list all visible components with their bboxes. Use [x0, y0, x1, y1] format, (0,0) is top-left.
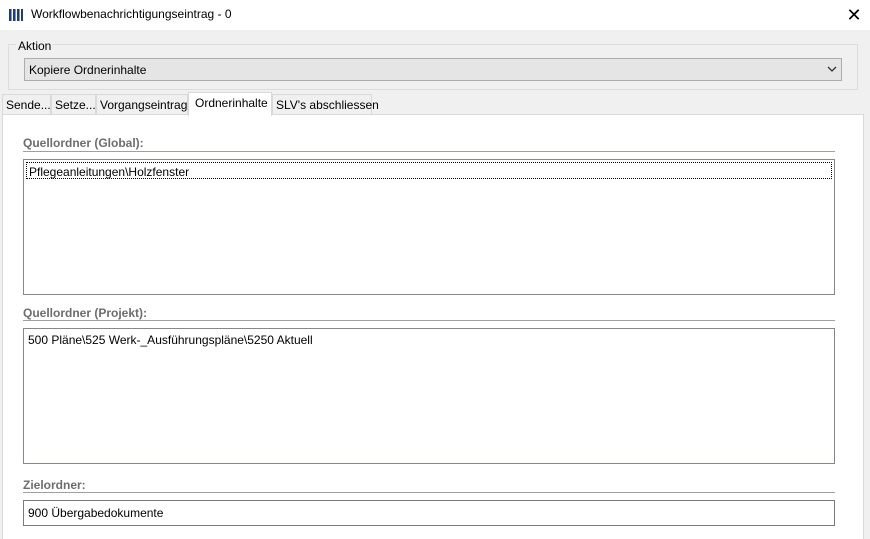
tab-ordnerinhalte[interactable]: Ordnerinhalte: [188, 92, 272, 116]
barcode-icon: [9, 9, 23, 21]
zielordner-value: 900 Übergabedokumente: [28, 506, 164, 520]
divider: [23, 320, 835, 321]
tab-label: SLV's abschliessen: [276, 98, 379, 112]
tab-strip: Sende... Setze... Vorgangseintrag Ordner…: [0, 92, 870, 116]
tab-page-ordnerinhalte: Quellordner (Global): Pflegeanleitungen\…: [2, 114, 864, 539]
tab-label: Sende...: [6, 98, 51, 112]
zielordner-label: Zielordner:: [23, 478, 86, 492]
tab-sende[interactable]: Sende...: [2, 94, 51, 115]
tab-label: Vorgangseintrag: [100, 98, 188, 112]
list-item[interactable]: 500 Pläne\525 Werk-_Ausführungspläne\525…: [26, 331, 832, 348]
aktion-legend: Aktion: [16, 39, 54, 53]
dialog-client: Aktion Kopiere Ordnerinhalte Sende... Se…: [0, 30, 870, 539]
tab-label: Setze...: [55, 98, 96, 112]
quellordner-global-label: Quellordner (Global):: [23, 136, 144, 150]
quellordner-projekt-label: Quellordner (Projekt):: [23, 306, 148, 320]
chevron-down-icon: [827, 66, 837, 72]
list-item[interactable]: Pflegeanleitungen\Holzfenster: [26, 162, 832, 179]
tab-label: Ordnerinhalte: [195, 96, 268, 110]
quellordner-projekt-list[interactable]: 500 Pläne\525 Werk-_Ausführungspläne\525…: [23, 328, 835, 464]
tab-slv-abschliessen[interactable]: SLV's abschliessen: [272, 94, 379, 115]
tab-vorgangseintrag[interactable]: Vorgangseintrag: [96, 94, 188, 115]
aktion-selected-value: Kopiere Ordnerinhalte: [29, 63, 147, 77]
divider: [23, 492, 835, 493]
close-button[interactable]: ✕: [838, 0, 870, 30]
quellordner-global-list[interactable]: Pflegeanleitungen\Holzfenster: [23, 159, 835, 295]
divider: [23, 151, 835, 152]
zielordner-field[interactable]: 900 Übergabedokumente: [23, 500, 835, 526]
tab-setze[interactable]: Setze...: [51, 94, 96, 115]
close-icon: ✕: [846, 4, 862, 25]
title-bar: Workflowbenachrichtigungseintrag - 0 ✕: [0, 0, 870, 30]
aktion-dropdown[interactable]: Kopiere Ordnerinhalte: [24, 58, 842, 81]
window-title: Workflowbenachrichtigungseintrag - 0: [31, 7, 232, 21]
